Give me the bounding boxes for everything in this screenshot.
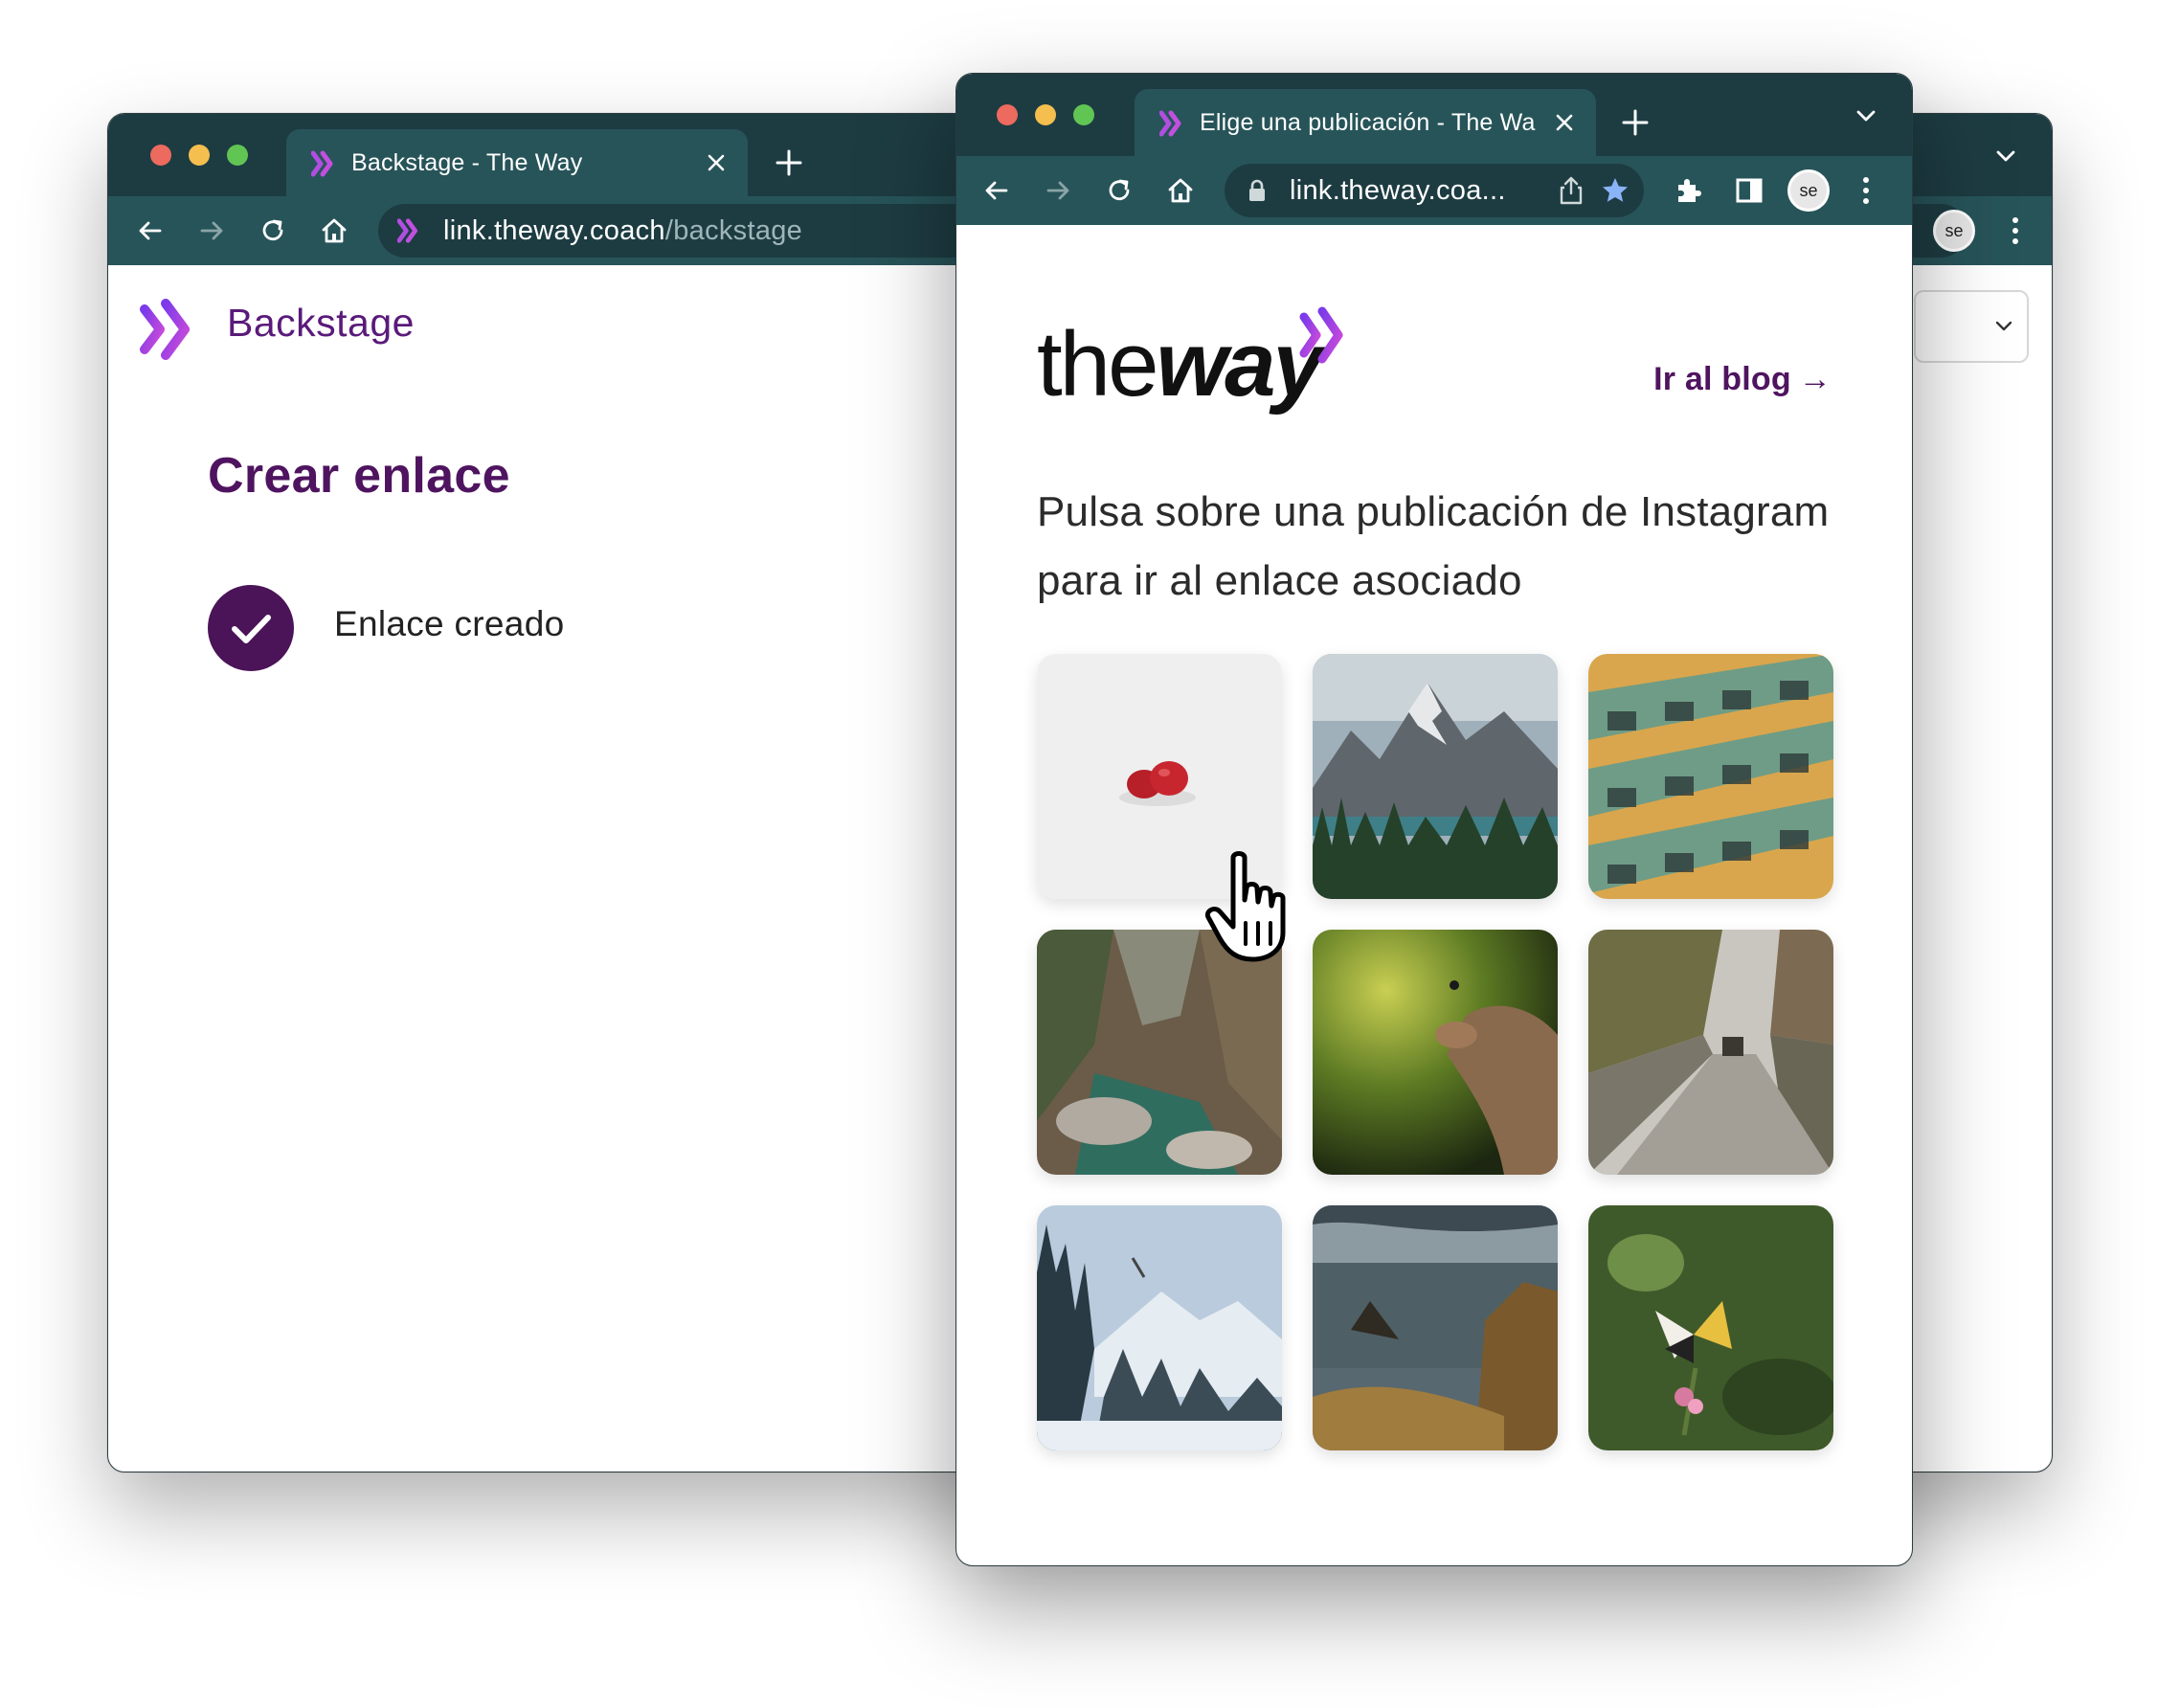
tab-strip: Elige una publicación - The Wa <box>956 74 1912 156</box>
instagram-post-apartment-building[interactable] <box>1588 654 1833 899</box>
more-menu-icon[interactable] <box>1862 175 1870 206</box>
wordmark-way: way <box>1156 313 1323 416</box>
tab-search-chevron-icon[interactable] <box>1855 106 1877 125</box>
url-path: /backstage <box>664 214 803 246</box>
navigation-toolbar: link.theway.coa... se <box>956 156 1912 225</box>
instagram-post-snowy-forest[interactable] <box>1037 1205 1282 1450</box>
chevron-down-icon <box>1994 319 2013 334</box>
close-tab-icon[interactable] <box>704 150 729 175</box>
theway-logo-icon <box>139 296 206 363</box>
theway-favicon-icon <box>397 217 424 244</box>
close-tab-icon[interactable] <box>1552 110 1577 135</box>
theway-chevrons-icon <box>1299 305 1355 365</box>
side-panel-icon[interactable] <box>1734 175 1765 206</box>
instagram-post-stone-wall-path[interactable] <box>1588 930 1833 1175</box>
profile-avatar[interactable]: se <box>1933 210 1975 252</box>
instagram-post-mountain-lake[interactable] <box>1313 654 1558 899</box>
forward-arrow-icon[interactable] <box>1043 175 1073 206</box>
profile-avatar[interactable]: se <box>1787 169 1830 212</box>
pointer-hand-cursor-icon <box>1203 850 1308 965</box>
zoom-window-button[interactable] <box>227 145 248 166</box>
url-host: link.theway.coach <box>443 214 665 246</box>
instructions-text: Pulsa sobre una publicación de Instagram… <box>1037 488 1830 604</box>
home-icon[interactable] <box>1165 175 1196 206</box>
backstage-brand: Backstage <box>227 301 415 345</box>
extensions-puzzle-icon[interactable] <box>1673 175 1703 206</box>
back-arrow-icon[interactable] <box>135 215 166 246</box>
close-window-button[interactable] <box>150 145 171 166</box>
more-menu-icon[interactable] <box>2012 215 2019 246</box>
home-icon[interactable] <box>319 215 349 246</box>
close-window-button[interactable] <box>997 104 1018 125</box>
new-tab-plus-icon[interactable] <box>773 146 805 179</box>
profile-initials: se <box>1799 180 1818 200</box>
tab-title: Elige una publicación - The Wa <box>1200 108 1536 136</box>
new-tab-plus-icon[interactable] <box>1619 106 1652 139</box>
status-message: Enlace creado <box>334 604 565 643</box>
lock-icon <box>1248 179 1267 202</box>
instagram-post-grid <box>1037 654 1833 1450</box>
post-picker-browser-window: Elige una publicación - The Wa link.thew… <box>955 73 1913 1566</box>
zoom-window-button[interactable] <box>1073 104 1094 125</box>
bookmark-star-icon[interactable] <box>1600 175 1630 206</box>
reload-icon[interactable] <box>1104 175 1135 206</box>
wordmark-the: the <box>1037 313 1158 416</box>
forward-arrow-icon[interactable] <box>196 215 227 246</box>
instagram-post-coastal-cliffs[interactable] <box>1313 1205 1558 1450</box>
blog-link-label: Ir al blog <box>1653 361 1791 397</box>
tab-backstage[interactable]: Backstage - The Way <box>286 129 748 196</box>
minimize-window-button[interactable] <box>189 145 210 166</box>
back-arrow-icon[interactable] <box>981 175 1012 206</box>
tab-search-chevron-icon[interactable] <box>1994 146 2017 166</box>
share-icon[interactable] <box>1558 175 1585 206</box>
address-bar[interactable]: link.theway.coa... <box>1225 164 1644 217</box>
tab-title: Backstage - The Way <box>351 148 583 176</box>
profile-initials: se <box>1944 220 1964 240</box>
blog-link[interactable]: Ir al blog → <box>1653 361 1832 398</box>
url-text: link.theway.coa... <box>1290 174 1506 206</box>
tab-elige-publicacion[interactable]: Elige una publicación - The Wa <box>1135 89 1596 156</box>
theway-wordmark[interactable]: theway <box>1037 319 1324 411</box>
instagram-post-hand-in-sunlight[interactable] <box>1313 930 1558 1175</box>
arrow-right-icon: → <box>1798 361 1832 397</box>
success-check-icon <box>208 585 294 671</box>
desktop: Backstage - The Way link.theway.coach /b… <box>0 0 2158 1708</box>
reload-icon[interactable] <box>258 215 288 246</box>
theway-favicon-icon <box>311 150 340 177</box>
instagram-post-rocky-gorge[interactable] <box>1037 930 1282 1175</box>
minimize-window-button[interactable] <box>1035 104 1056 125</box>
theway-favicon-icon <box>1159 110 1188 137</box>
instagram-post-butterfly[interactable] <box>1588 1205 1833 1450</box>
page-title: Crear enlace <box>208 448 510 504</box>
select-dropdown[interactable] <box>1914 290 2029 363</box>
